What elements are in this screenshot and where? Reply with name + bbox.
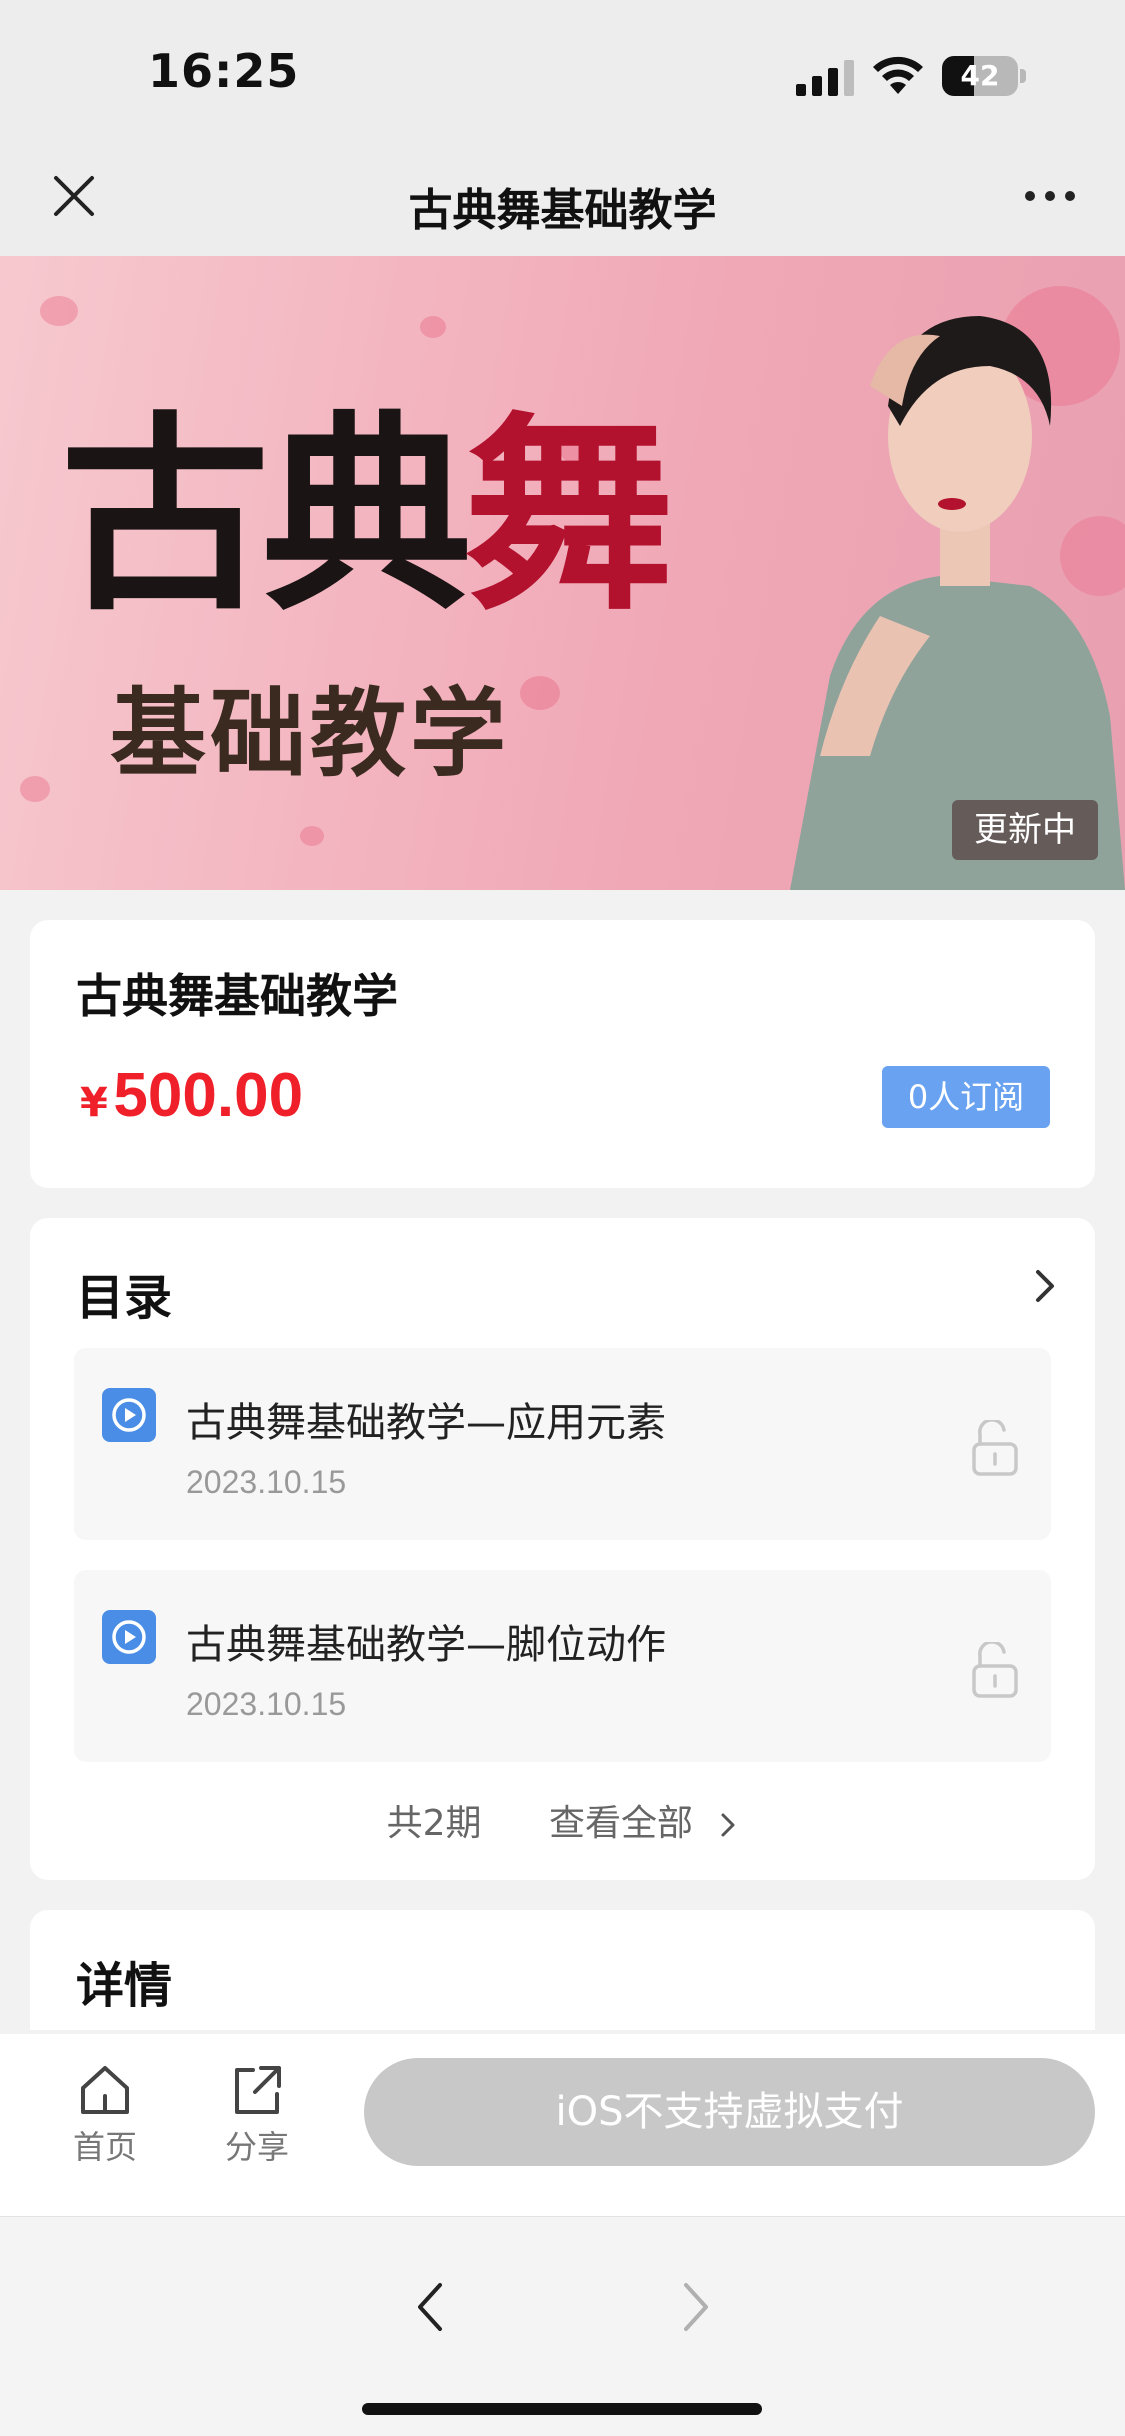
view-all-link[interactable]: 查看全部 [549, 1794, 738, 1846]
home-indicator [362, 2403, 762, 2415]
currency-symbol: ¥ [80, 1080, 108, 1126]
cover-subtitle: 基础教学 [110, 677, 510, 790]
home-icon [81, 2066, 129, 2114]
status-badge: 更新中 [952, 800, 1098, 860]
list-item[interactable]: 古典舞基础教学—应用元素 2023.10.15 [74, 1348, 1051, 1540]
more-icon[interactable] [1020, 172, 1080, 220]
pay-button[interactable]: iOS不支持虚拟支付 [364, 2058, 1095, 2166]
lesson-date: 2023.10.15 [186, 1686, 347, 1722]
battery-icon: 42 [942, 56, 1026, 96]
cover-title: 古典舞 [60, 392, 674, 639]
course-price: ¥ 500.00 [80, 1060, 303, 1131]
detail-heading: 详情 [76, 1958, 173, 2014]
browser-toolbar [0, 2216, 1125, 2436]
home-label: 首页 [72, 2128, 137, 2166]
nav-bar: 古典舞基础教学 [0, 150, 1125, 256]
episode-count: 共2期 [386, 1803, 482, 1844]
status-time: 16:25 [148, 44, 300, 98]
home-button[interactable]: 首页 [60, 2062, 150, 2168]
chevron-right-icon [721, 1813, 735, 1837]
chevron-right-icon[interactable] [1030, 1264, 1060, 1308]
catalog-footer: 共2期 查看全部 [30, 1794, 1095, 1846]
bottom-action-bar: 首页 分享 iOS不支持虚拟支付 [0, 2034, 1125, 2216]
share-button[interactable]: 分享 [212, 2062, 302, 2168]
cellular-signal-icon [796, 60, 854, 96]
course-info-card: 古典舞基础教学 ¥ 500.00 0人订阅 [30, 920, 1095, 1188]
unlock-icon [972, 1420, 1018, 1476]
course-title: 古典舞基础教学 [76, 969, 398, 1023]
subscriber-count-badge: 0人订阅 [882, 1066, 1050, 1128]
share-icon [235, 2066, 281, 2114]
detail-card: 详情 [30, 1910, 1095, 2030]
back-arrow-icon[interactable] [410, 2279, 450, 2335]
play-video-icon [102, 1610, 156, 1664]
course-cover-banner: 古典舞 基础教学 更新中 [0, 256, 1125, 890]
forward-arrow-icon[interactable] [676, 2279, 716, 2335]
battery-level: 42 [960, 59, 1000, 92]
view-all-label: 查看全部 [548, 1803, 693, 1844]
page-title: 古典舞基础教学 [408, 185, 717, 236]
wifi-icon [873, 56, 923, 94]
share-label: 分享 [224, 2128, 289, 2166]
dancer-image [790, 286, 1125, 890]
play-video-icon [102, 1388, 156, 1442]
unlock-icon [972, 1642, 1018, 1698]
lesson-title: 古典舞基础教学—应用元素 [186, 1400, 666, 1446]
lesson-date: 2023.10.15 [186, 1464, 347, 1500]
status-bar: 16:25 42 [0, 0, 1125, 150]
lesson-title: 古典舞基础教学—脚位动作 [186, 1622, 666, 1668]
list-item[interactable]: 古典舞基础教学—脚位动作 2023.10.15 [74, 1570, 1051, 1762]
price-value: 500.00 [113, 1061, 304, 1130]
catalog-card: 目录 古典舞基础教学—应用元素 2023.10.15 古典舞基础教学—脚位动作 … [30, 1218, 1095, 1880]
catalog-heading: 目录 [76, 1270, 173, 1326]
